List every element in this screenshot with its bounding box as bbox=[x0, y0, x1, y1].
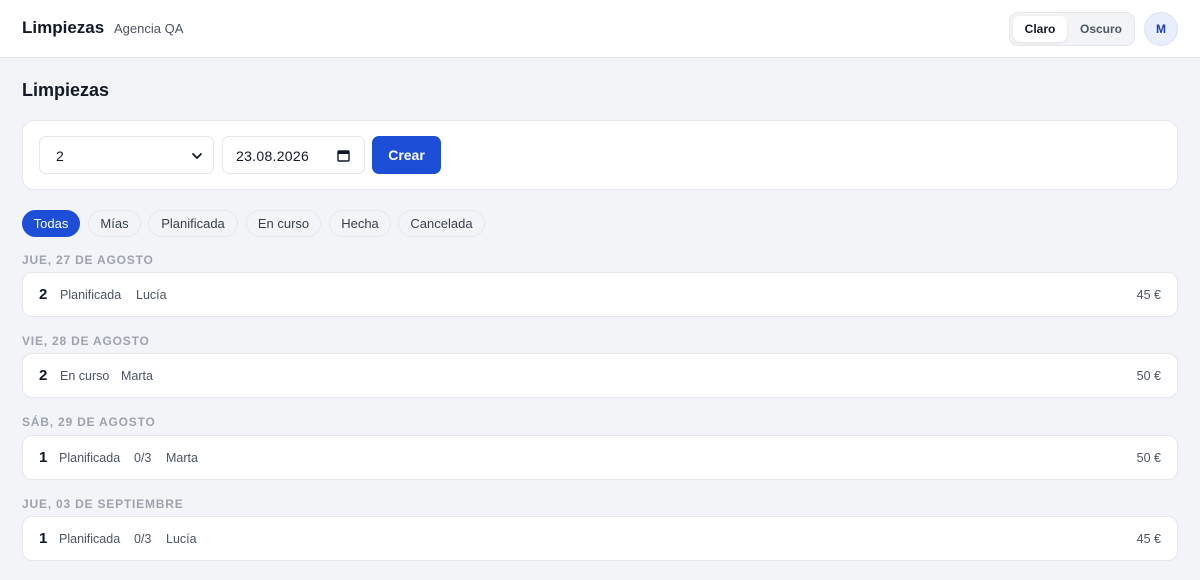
filter-mias[interactable]: Mías bbox=[88, 210, 141, 237]
day-header: JUE, 27 DE AGOSTO bbox=[22, 253, 154, 267]
theme-dark-button[interactable]: Oscuro bbox=[1070, 16, 1132, 42]
row-price: 50 € bbox=[1136, 369, 1161, 383]
create-button[interactable]: Crear bbox=[372, 136, 441, 174]
row-price: 45 € bbox=[1136, 532, 1161, 546]
row-quantity: 1 bbox=[39, 449, 48, 466]
theme-toggle: Claro Oscuro bbox=[1009, 12, 1135, 46]
row-quantity: 2 bbox=[39, 367, 48, 384]
quantity-select[interactable]: 2 bbox=[39, 136, 214, 174]
day-header: VIE, 28 DE AGOSTO bbox=[22, 334, 150, 348]
filter-cancelada[interactable]: Cancelada bbox=[398, 210, 485, 237]
day-header: JUE, 03 DE SEPTIEMBRE bbox=[22, 497, 184, 511]
row-person: Lucía bbox=[166, 532, 197, 546]
row-progress: 0/3 bbox=[134, 532, 152, 546]
row-quantity: 2 bbox=[39, 286, 48, 303]
avatar[interactable]: M bbox=[1144, 12, 1178, 46]
row-person: Marta bbox=[166, 451, 198, 465]
agency-name: Agencia QA bbox=[114, 21, 184, 36]
row-price: 45 € bbox=[1136, 288, 1161, 302]
calendar-icon[interactable] bbox=[337, 149, 350, 162]
filter-planificada[interactable]: Planificada bbox=[148, 210, 238, 237]
app-title: Limpiezas bbox=[22, 18, 105, 37]
cleaning-row[interactable]: 2 En curso Marta 50 € bbox=[22, 353, 1178, 398]
row-status: Planificada bbox=[60, 288, 122, 302]
row-status: Planificada bbox=[59, 532, 121, 546]
cleaning-row[interactable]: 1 Planificada 0/3 Marta 50 € bbox=[22, 435, 1178, 480]
row-status: En curso bbox=[60, 369, 110, 383]
row-progress: 0/3 bbox=[134, 451, 152, 465]
quantity-select-value: 2 bbox=[56, 148, 64, 164]
chevron-down-icon bbox=[192, 153, 202, 159]
day-header: SÁB, 29 DE AGOSTO bbox=[22, 415, 156, 429]
filter-hecha[interactable]: Hecha bbox=[329, 210, 391, 237]
cleaning-row[interactable]: 2 Planificada Lucía 45 € bbox=[22, 272, 1178, 317]
row-person: Marta bbox=[121, 369, 153, 383]
cleaning-row[interactable]: 1 Planificada 0/3 Lucía 45 € bbox=[22, 516, 1178, 561]
row-price: 50 € bbox=[1136, 451, 1161, 465]
filter-en-curso[interactable]: En curso bbox=[246, 210, 321, 237]
row-quantity: 1 bbox=[39, 530, 48, 547]
date-input-value: 23.08.2026 bbox=[236, 148, 310, 164]
row-status: Planificada bbox=[59, 451, 121, 465]
page-title: Limpiezas bbox=[22, 80, 110, 100]
theme-light-button[interactable]: Claro bbox=[1013, 16, 1067, 42]
row-person: Lucía bbox=[136, 288, 167, 302]
create-form: 2 23.08.2026 Crear bbox=[22, 120, 1178, 190]
top-bar: Limpiezas Agencia QA Claro Oscuro M bbox=[0, 0, 1200, 58]
date-input[interactable]: 23.08.2026 bbox=[222, 136, 365, 174]
filter-todas[interactable]: Todas bbox=[22, 210, 80, 237]
